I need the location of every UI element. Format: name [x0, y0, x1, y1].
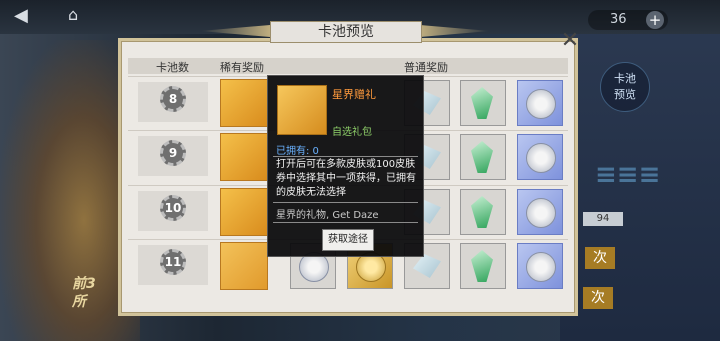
pool-number-box: 10 [138, 191, 208, 231]
item-flavor-text: 星界的礼物, Get Daze [276, 210, 379, 221]
item-description: 打开后可在多款皮肤或100皮肤券中选择其中一项获得，已拥有的皮肤无法选择 [276, 159, 416, 198]
item-tooltip: 星界赠礼 自选礼包 已拥有: 0 打开后可在多款皮肤或100皮肤券中选择其中一项… [267, 75, 424, 257]
background-banner-text: 前3 所 [72, 276, 96, 310]
gift-box-icon [277, 85, 327, 135]
reward-item[interactable] [517, 243, 563, 289]
reward-item[interactable] [517, 134, 563, 180]
gear-badge: 11 [160, 249, 186, 275]
owned-count: 已拥有: 0 [276, 146, 319, 157]
back-arrow-icon[interactable]: ◀ [14, 5, 28, 26]
rare-reward-item[interactable] [220, 242, 268, 290]
crystal-icon [471, 87, 493, 119]
draw-button-2[interactable]: 次 [583, 287, 613, 309]
gear-badge: 10 [160, 195, 186, 221]
header-rare-reward: 稀有奖励 [220, 61, 264, 74]
gear-badge: 8 [160, 86, 186, 112]
reward-item[interactable] [517, 80, 563, 126]
wing-icon [413, 254, 441, 278]
coin-icon [526, 143, 556, 173]
reward-item[interactable] [460, 134, 506, 180]
rare-reward-item[interactable] [220, 188, 268, 236]
header-pool-count: 卡池数 [156, 61, 189, 74]
pool-preview-label: 卡池 预览 [614, 72, 636, 101]
header-normal-reward: 普通奖励 [404, 61, 448, 74]
crystal-icon [471, 196, 493, 228]
divider [273, 156, 418, 157]
currency-value: 36 [610, 12, 627, 27]
divider [273, 222, 418, 223]
close-icon[interactable]: ✕ [559, 30, 581, 52]
item-name: 星界赠礼 [332, 88, 376, 101]
reward-item[interactable] [460, 189, 506, 235]
modal-title: 卡池预览 [270, 21, 422, 43]
source-button[interactable]: 获取途径 [322, 229, 374, 251]
coin-icon [526, 252, 556, 282]
crystal-icon [471, 141, 493, 173]
coin-icon [526, 198, 556, 228]
crystal-icon [471, 250, 493, 282]
pool-number-box: 11 [138, 245, 208, 285]
reward-item[interactable] [517, 189, 563, 235]
item-type: 自选礼包 [332, 127, 372, 138]
pool-number-box: 8 [138, 82, 208, 122]
rare-reward-item[interactable] [220, 133, 268, 181]
side-number: 94 [583, 212, 623, 226]
divider [273, 202, 418, 203]
pool-preview-button[interactable]: 卡池 预览 [600, 62, 650, 112]
table-header: 卡池数 稀有奖励 普通奖励 [128, 58, 568, 74]
add-currency-button[interactable]: + [646, 11, 664, 29]
reward-item[interactable] [460, 80, 506, 126]
rare-reward-item[interactable] [220, 79, 268, 127]
pool-number-box: 9 [138, 136, 208, 176]
coin-icon [526, 89, 556, 119]
gear-badge: 9 [160, 140, 186, 166]
reward-item[interactable] [460, 243, 506, 289]
draw-button-1[interactable]: 次 [585, 247, 615, 269]
home-icon[interactable]: ⌂ [68, 5, 78, 24]
side-decoration: ≡≡≡ [595, 160, 661, 190]
